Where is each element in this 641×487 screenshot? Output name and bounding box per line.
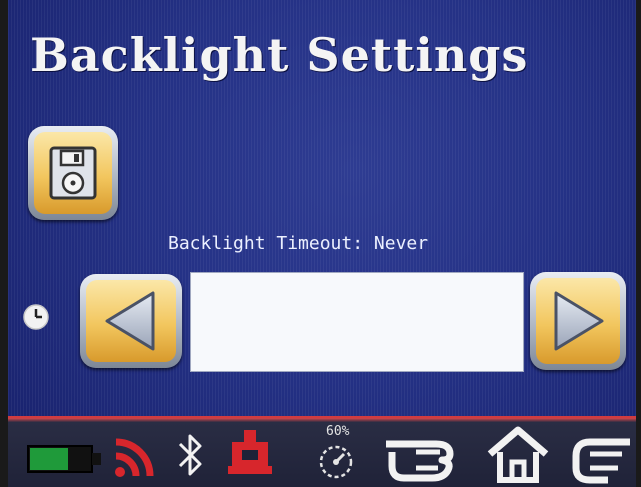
home-icon[interactable] — [486, 424, 550, 484]
arrow-right-icon — [554, 291, 604, 351]
signal-icon — [115, 438, 154, 477]
next-option-button[interactable] — [530, 272, 626, 370]
backlight-timeout-label: Backlight Timeout: Never — [168, 233, 429, 254]
back-hand-icon[interactable] — [380, 430, 466, 482]
timeout-value-display — [190, 272, 524, 372]
speed-percent-label: 60% — [326, 424, 350, 439]
battery-icon — [27, 445, 101, 473]
previous-option-button[interactable] — [80, 274, 182, 368]
arrow-left-icon — [105, 291, 155, 351]
forward-hand-icon[interactable] — [568, 428, 634, 484]
floppy-disk-icon — [49, 146, 97, 200]
save-button[interactable] — [28, 126, 118, 220]
printer-icon — [228, 430, 272, 474]
page-title: Backlight Settings — [30, 28, 529, 82]
backlight-settings-screen: Backlight Settings Backlight Timeout: Ne… — [8, 0, 636, 487]
clock-icon — [23, 304, 49, 330]
speedometer-icon — [319, 445, 353, 479]
bluetooth-icon — [178, 434, 202, 476]
